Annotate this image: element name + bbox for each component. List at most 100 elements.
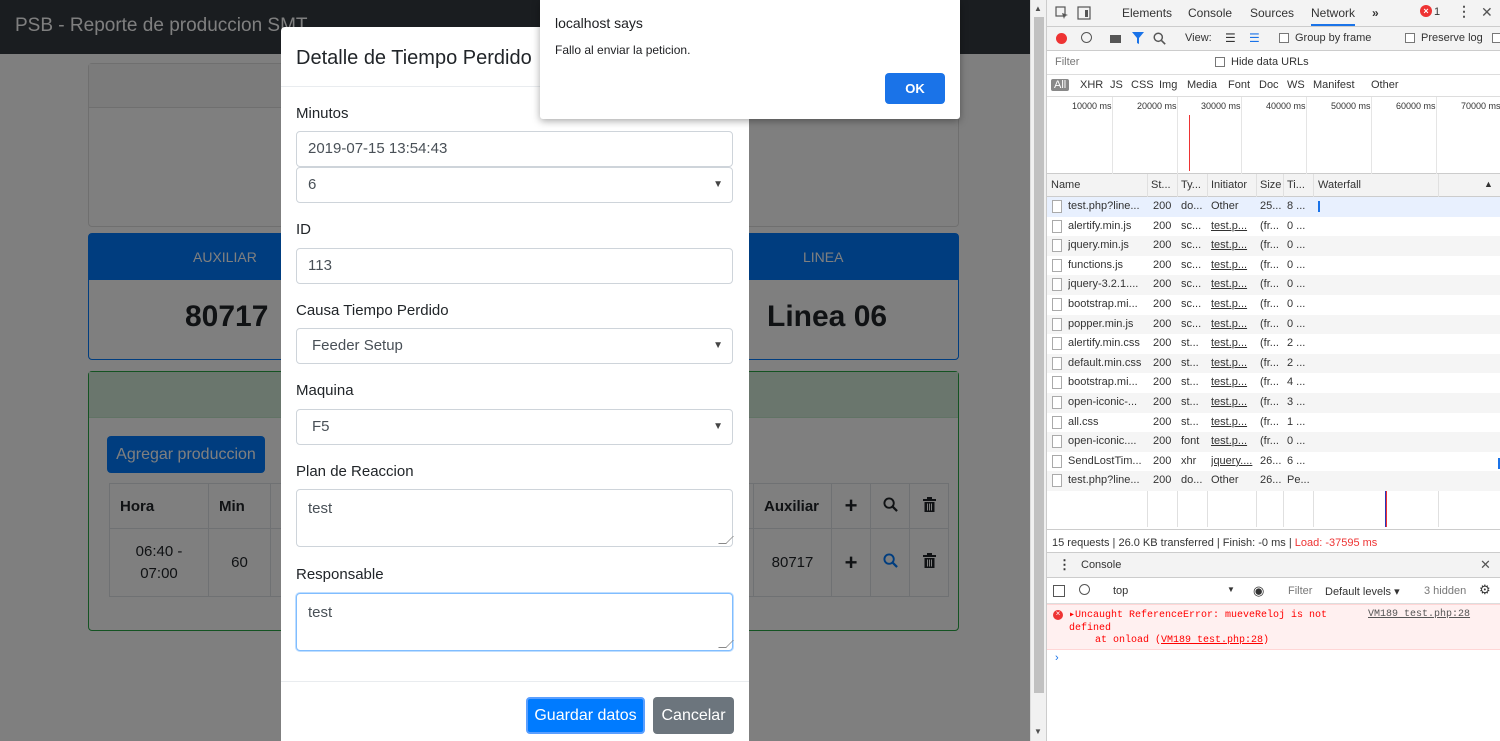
request-initiator[interactable]: test.p... <box>1211 416 1255 428</box>
request-row[interactable]: alertify.min.css 200 st... test.p... (fr... 2… <box>1047 334 1500 354</box>
minutos-select[interactable]: 6 ▼ <box>296 167 733 203</box>
col-waterfall[interactable]: Waterfall <box>1318 179 1361 191</box>
request-initiator[interactable]: test.p... <box>1211 298 1255 310</box>
tab-elements[interactable]: Elements <box>1122 6 1172 20</box>
filter-input[interactable]: Filter <box>1051 54 1201 71</box>
gear-icon[interactable]: ⚙ <box>1479 582 1491 598</box>
page-scrollbar[interactable]: ▲ ▼ <box>1030 0 1046 741</box>
id-input[interactable]: 113 <box>296 248 733 284</box>
error-count-icon[interactable]: × <box>1420 5 1432 17</box>
responsable-textarea[interactable]: test <box>296 593 734 651</box>
tab-network[interactable]: Network <box>1311 6 1356 26</box>
error-source-link[interactable]: VM189 test.php:28 <box>1368 609 1470 620</box>
group-by-frame-checkbox[interactable] <box>1279 33 1289 43</box>
request-initiator[interactable]: test.p... <box>1211 396 1255 408</box>
overview-tick: 70000 ms <box>1461 101 1500 111</box>
col-initiator[interactable]: Initiator <box>1211 179 1247 191</box>
record-icon[interactable] <box>1056 33 1067 44</box>
request-initiator[interactable]: test.p... <box>1211 239 1255 251</box>
scroll-down-icon[interactable]: ▼ <box>1034 727 1042 736</box>
request-initiator[interactable]: jquery.... <box>1211 455 1255 467</box>
device-toolbar-icon[interactable] <box>1077 6 1091 20</box>
col-status[interactable]: St... <box>1151 179 1171 191</box>
request-row[interactable]: all.css 200 st... test.p... (fr... 1 ... <box>1047 412 1500 433</box>
eye-icon[interactable]: ◉ <box>1253 583 1264 599</box>
list-view-icon[interactable]: ☰ <box>1225 31 1236 45</box>
request-initiator[interactable]: test.p... <box>1211 357 1255 369</box>
request-initiator[interactable]: test.p... <box>1211 220 1255 232</box>
tab-console[interactable]: Console <box>1188 6 1232 20</box>
request-row[interactable]: jquery-3.2.1.... 200 sc... test.p... (fr... 0… <box>1047 275 1500 295</box>
request-row[interactable]: open-iconic.... 200 font test.p... (fr... 0 .… <box>1047 432 1500 452</box>
type-filter-font[interactable]: Font <box>1228 79 1250 91</box>
request-row[interactable]: SendLostTim... 200 xhr jquery.... 26... 6 ... <box>1047 451 1500 472</box>
request-row[interactable]: test.php?line... 200 do... Other 25... 8 ... <box>1047 197 1500 217</box>
request-row[interactable]: default.min.css 200 st... test.p... (fr... 2 … <box>1047 353 1500 374</box>
type-filter-media[interactable]: Media <box>1187 79 1217 91</box>
datetime-input[interactable]: 2019-07-15 13:54:43 <box>296 131 733 167</box>
request-row[interactable]: alertify.min.js 200 sc... test.p... (fr... 0 … <box>1047 216 1500 237</box>
type-filter-js[interactable]: JS <box>1110 79 1123 91</box>
file-icon <box>1052 239 1062 253</box>
preserve-log-checkbox[interactable] <box>1405 33 1415 43</box>
col-size[interactable]: Size <box>1260 179 1281 191</box>
filter-icon[interactable] <box>1132 32 1144 45</box>
scroll-up-icon[interactable]: ▲ <box>1034 4 1042 13</box>
type-filter-doc[interactable]: Doc <box>1259 79 1279 91</box>
type-filter-img[interactable]: Img <box>1159 79 1177 91</box>
request-initiator[interactable]: test.p... <box>1211 435 1255 447</box>
request-row[interactable]: bootstrap.mi... 200 sc... test.p... (fr... 0 … <box>1047 295 1500 315</box>
request-row[interactable]: test.php?line... 200 do... Other 26... Pe... <box>1047 471 1500 491</box>
type-filter-all[interactable]: All <box>1051 79 1070 91</box>
type-filter-css[interactable]: CSS <box>1131 79 1154 91</box>
resize-grip-icon[interactable] <box>718 536 734 544</box>
drawer-menu-icon[interactable]: ⋮ <box>1058 557 1071 573</box>
clear-console-icon[interactable] <box>1079 584 1090 595</box>
col-name[interactable]: Name <box>1051 179 1080 191</box>
type-filter-xhr[interactable]: XHR <box>1080 79 1103 91</box>
console-filter-input[interactable]: Filter <box>1288 585 1312 597</box>
camera-icon[interactable] <box>1110 35 1121 43</box>
tab-sources[interactable]: Sources <box>1250 6 1294 20</box>
cancel-button[interactable]: Cancelar <box>653 697 734 734</box>
sort-up-icon[interactable]: ▲ <box>1484 179 1493 189</box>
more-tabs-icon[interactable]: » <box>1372 6 1379 20</box>
console-prompt-icon[interactable]: › <box>1055 652 1059 664</box>
request-initiator[interactable]: test.p... <box>1211 337 1255 349</box>
request-row[interactable]: bootstrap.mi... 200 st... test.p... (fr... 4 … <box>1047 373 1500 393</box>
type-filter-ws[interactable]: WS <box>1287 79 1305 91</box>
hide-data-urls-checkbox[interactable] <box>1215 57 1225 67</box>
close-icon[interactable]: ✕ <box>1480 557 1491 573</box>
maquina-select[interactable]: F5 ▼ <box>296 409 733 445</box>
resize-grip-icon[interactable] <box>718 640 734 648</box>
request-initiator[interactable]: test.p... <box>1211 318 1255 330</box>
scrollbar-thumb[interactable] <box>1034 17 1044 693</box>
waterfall-view-icon[interactable]: ☰ <box>1249 31 1260 45</box>
disable-cache-checkbox[interactable] <box>1492 33 1500 43</box>
sidebar-toggle-icon[interactable] <box>1053 585 1065 597</box>
causa-select[interactable]: Feeder Setup ▼ <box>296 328 733 364</box>
save-button[interactable]: Guardar datos <box>526 697 645 734</box>
error-at-link[interactable]: VM189 test.php:28 <box>1161 635 1263 646</box>
alert-ok-button[interactable]: OK <box>885 73 945 104</box>
col-type[interactable]: Ty... <box>1181 179 1201 191</box>
request-initiator[interactable]: test.p... <box>1211 376 1255 388</box>
type-filter-manifest[interactable]: Manifest <box>1313 79 1355 91</box>
col-time[interactable]: Ti... <box>1287 179 1305 191</box>
inspect-icon[interactable] <box>1055 6 1069 20</box>
request-initiator[interactable]: test.p... <box>1211 259 1255 271</box>
plan-textarea[interactable]: test <box>296 489 734 547</box>
type-filter-other[interactable]: Other <box>1371 79 1399 91</box>
kebab-menu-icon[interactable]: ⋮ <box>1457 3 1471 20</box>
console-drawer-tab[interactable]: Console <box>1081 559 1121 571</box>
default-levels-select[interactable]: Default levels ▾ <box>1325 585 1400 598</box>
request-row[interactable]: open-iconic-... 200 st... test.p... (fr... 3 … <box>1047 393 1500 413</box>
close-icon[interactable]: ✕ <box>1481 4 1493 21</box>
request-initiator[interactable]: test.p... <box>1211 278 1255 290</box>
context-select[interactable]: top <box>1113 585 1128 597</box>
request-row[interactable]: popper.min.js 200 sc... test.p... (fr... 0 ..… <box>1047 314 1500 335</box>
request-row[interactable]: functions.js 200 sc... test.p... (fr... 0 ... <box>1047 255 1500 276</box>
search-icon[interactable] <box>1153 32 1166 45</box>
clear-icon[interactable] <box>1081 32 1092 43</box>
request-row[interactable]: jquery.min.js 200 sc... test.p... (fr... 0 ..… <box>1047 236 1500 256</box>
